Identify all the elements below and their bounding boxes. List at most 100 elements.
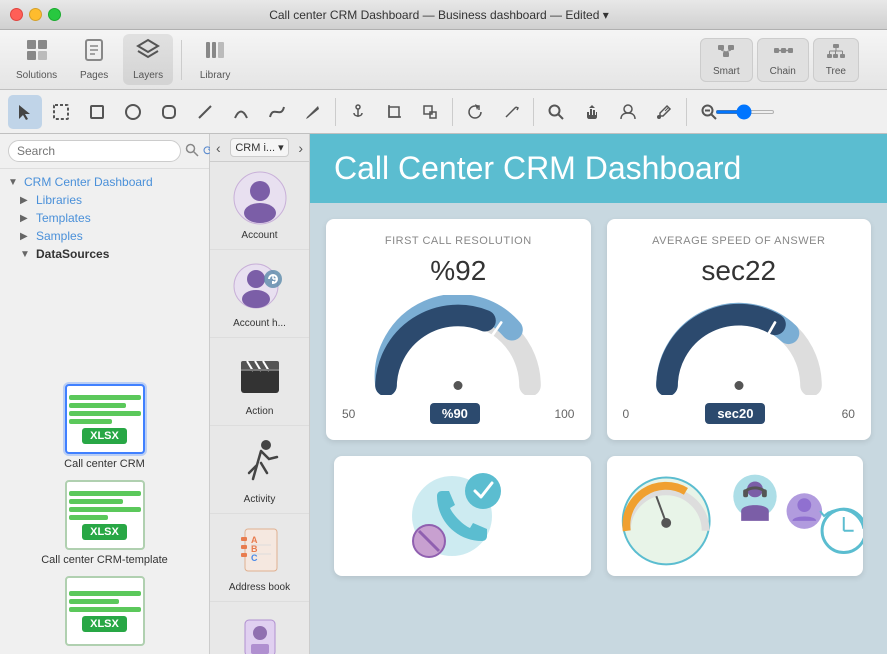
templates-arrow: ▶ [20,213,32,224]
zoom-slider[interactable] [728,95,762,129]
file-card-3[interactable]: XLSX [8,576,201,646]
icon-panel: ‹ CRM i... ▾ › Account [210,134,310,654]
smart-label: Smart [713,66,740,77]
gauge1-max: 100 [554,407,574,421]
tree-root-label: CRM Center Dashboard [24,175,153,189]
address-book-icon: A B C [232,522,288,578]
tree-root-arrow: ▼ [8,177,20,188]
search-input[interactable] [8,140,181,162]
templates-label: Templates [36,211,91,225]
panel-forward-button[interactable]: › [298,140,303,156]
traffic-lights [10,8,61,21]
file-name-1: Call center CRM [64,458,145,470]
panel-item-action[interactable]: Action [210,338,309,426]
rotate-tool[interactable] [458,95,492,129]
library-button[interactable]: Library [190,34,240,85]
tree-icon [826,43,846,64]
resize-tool[interactable] [413,95,447,129]
ellipse-tool[interactable] [116,95,150,129]
knife-tool[interactable] [494,95,528,129]
gauge1-min: 50 [342,407,355,421]
tree-samples[interactable]: ▶ Samples [0,227,209,245]
chain-view-button[interactable]: Chain [757,38,809,82]
curve-tool[interactable] [260,95,294,129]
minimize-button[interactable] [29,8,42,21]
icon-illustration-row [326,456,871,576]
anchor-tool[interactable] [341,95,375,129]
icon-card-phone [334,456,591,576]
gauge2-max: 60 [842,407,855,421]
samples-label: Samples [36,229,83,243]
window-title: Call center CRM Dashboard — Business das… [61,8,817,22]
file-name-2: Call center CRM-template [41,554,168,566]
panel-back-button[interactable]: ‹ [216,140,221,156]
eyedropper-tool[interactable] [647,95,681,129]
gauge2-value: sec22 [701,255,776,287]
panel-dropdown[interactable]: CRM i... ▾ [230,138,288,157]
rounded-rect-tool[interactable] [152,95,186,129]
activity-icon [232,434,288,490]
arc-tool[interactable] [224,95,258,129]
tree-libraries[interactable]: ▶ Libraries [0,191,209,209]
solutions-icon [25,38,49,68]
maximize-button[interactable] [48,8,61,21]
account-history-label: Account h... [233,318,286,329]
panel-item-account-history[interactable]: Account h... [210,250,309,338]
library-icon [203,38,227,68]
datasources-label: DataSources [36,247,109,261]
gauge1-svg [368,295,548,395]
panel-item-activity[interactable]: Activity [210,426,309,514]
layers-button[interactable]: Layers [123,34,173,85]
crop-tool[interactable] [377,95,411,129]
zoom-range[interactable] [715,110,775,114]
libraries-arrow: ▶ [20,195,32,206]
action-label: Action [246,406,274,417]
user-tool[interactable] [611,95,645,129]
panel-item-extra[interactable] [210,602,309,654]
gauge2-svg [649,295,829,395]
tree-datasources[interactable]: ▼ DataSources [0,245,209,263]
file-icon-1: XLSX [65,384,145,454]
canvas-area: Call Center CRM Dashboard FIRST CALL RES… [310,134,887,654]
chain-icon [773,43,793,64]
tree-area: ▼ CRM Center Dashboard ▶ Libraries ▶ Tem… [0,169,209,376]
search-tool[interactable] [539,95,573,129]
pen-tool[interactable] [296,95,330,129]
tree-root[interactable]: ▼ CRM Center Dashboard [0,173,209,191]
gauge2-current: sec20 [705,403,765,424]
panel-nav: ‹ CRM i... ▾ › [210,134,309,162]
tool-sep-2 [452,98,453,126]
canvas-content: FIRST CALL RESOLUTION %92 50 [310,203,887,592]
box-select-tool[interactable] [44,95,78,129]
file-card-1[interactable]: XLSX Call center CRM [8,384,201,470]
toolbar-sep-1 [181,40,182,80]
pages-icon [82,38,106,68]
close-button[interactable] [10,8,23,21]
panel-item-account[interactable]: Account [210,162,309,250]
action-icon [232,346,288,402]
layers-icon [136,38,160,68]
line-tool[interactable] [188,95,222,129]
layers-label: Layers [133,70,163,81]
pan-tool[interactable] [575,95,609,129]
file-icon-2: XLSX [65,480,145,550]
tree-templates[interactable]: ▶ Templates [0,209,209,227]
tool-sep-4 [686,98,687,126]
canvas-title: Call Center CRM Dashboard [334,150,741,186]
account-icon [232,170,288,226]
tree-view-button[interactable]: Tree [813,38,859,82]
pages-button[interactable]: Pages [69,34,119,85]
title-bar: Call center CRM Dashboard — Business das… [0,0,887,30]
pages-label: Pages [80,70,108,81]
select-tool[interactable] [8,95,42,129]
smart-view-button[interactable]: Smart [700,38,753,82]
file-card-2[interactable]: XLSX Call center CRM-template [8,480,201,566]
rectangle-tool[interactable] [80,95,114,129]
tree-label: Tree [826,66,846,77]
gauge1-title: FIRST CALL RESOLUTION [385,235,532,247]
account-history-icon [232,258,288,314]
solutions-button[interactable]: Solutions [8,34,65,85]
chain-label: Chain [770,66,796,77]
search-icon[interactable] [185,143,199,160]
panel-item-address-book[interactable]: A B C Address book [210,514,309,602]
